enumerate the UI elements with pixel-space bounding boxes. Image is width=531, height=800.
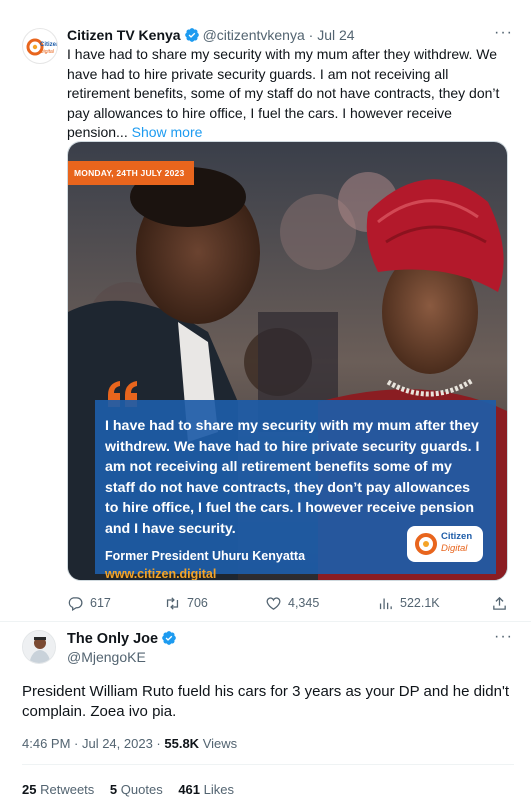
author-name[interactable]: Citizen TV Kenya <box>67 27 181 43</box>
tweet-timestamp[interactable]: 4:46 PM · Jul 24, 2023 · <box>22 736 161 751</box>
website-url: www.citizen.digital <box>105 567 217 581</box>
author-name-text[interactable]: The Only Joe <box>67 631 158 647</box>
likes-stat[interactable]: 461 Likes <box>178 782 234 797</box>
reply-button[interactable]: 617 <box>67 593 111 613</box>
quotes-label: Quotes <box>120 782 163 797</box>
retweets-stat[interactable]: 25 Retweets <box>22 782 94 797</box>
retweets-label: Retweets <box>40 782 95 797</box>
retweet-button[interactable]: 706 <box>164 593 208 613</box>
verified-badge-icon <box>184 27 200 46</box>
reply-count: 617 <box>90 596 111 610</box>
reply-icon <box>68 596 83 611</box>
author-avatar[interactable] <box>22 630 56 664</box>
quoted-tweet-actions: 617 706 4,345 522.1K <box>67 593 513 613</box>
views-button[interactable]: 522.1K <box>377 593 440 613</box>
citizen-digital-logo-icon: Citizen Digital <box>26 38 58 56</box>
tweet-metadata: 4:46 PM · Jul 24, 2023 · 55.8K Views <box>22 736 237 751</box>
share-button[interactable] <box>491 593 508 613</box>
likes-label: Likes <box>203 782 235 797</box>
views-count: 55.8K <box>164 736 200 751</box>
heart-icon <box>266 596 281 610</box>
tweet-media-image[interactable]: MONDAY, 24TH JULY 2023 I have had to sha… <box>67 141 508 581</box>
analytics-icon <box>379 598 392 609</box>
logo-line-1: Citizen <box>441 531 473 542</box>
citizen-digital-badge: Citizen Digital <box>407 526 483 562</box>
like-count: 4,345 <box>288 596 320 610</box>
svg-text:Digital: Digital <box>40 49 55 55</box>
citizen-digital-avatar[interactable]: Citizen Digital <box>22 28 58 64</box>
quoted-tweet-text: I have had to share my security with my … <box>67 45 513 143</box>
more-options-icon[interactable]: ··· <box>494 628 513 646</box>
retweets-count: 25 <box>22 782 37 797</box>
retweet-count: 706 <box>187 596 208 610</box>
verified-badge-icon <box>161 630 177 650</box>
citizen-digital-mark-icon <box>415 533 437 555</box>
date-banner: MONDAY, 24TH JULY 2023 <box>68 161 194 185</box>
view-count: 522.1K <box>400 596 440 610</box>
likes-count: 461 <box>178 782 201 797</box>
separator-dot: · <box>308 27 314 43</box>
show-more-link[interactable]: Show more <box>132 124 203 140</box>
author-handle[interactable]: @citizentvkenya <box>203 27 305 43</box>
tweet-time[interactable]: Jul 24 <box>317 27 354 43</box>
divider <box>22 764 514 765</box>
quotes-count: 5 <box>109 782 118 797</box>
like-button[interactable]: 4,345 <box>265 593 319 613</box>
quoted-tweet[interactable]: Citizen Digital Citizen TV Kenya @citizen… <box>0 0 531 622</box>
quote-box: I have had to share my security with my … <box>95 400 496 580</box>
quote-text: I have had to share my security with my … <box>105 418 480 537</box>
tweet-text: President William Ruto fueld his cars fo… <box>22 683 509 720</box>
logo-line-2: Digital <box>441 543 468 554</box>
share-icon <box>493 596 506 610</box>
more-options-icon[interactable]: ··· <box>494 24 513 42</box>
views-label: Views <box>202 736 238 751</box>
author-handle[interactable]: @MjengoKE <box>67 649 146 665</box>
svg-text:Citizen: Citizen <box>40 42 58 48</box>
engagement-stats: 25 Retweets 5 Quotes 461 Likes <box>22 782 246 797</box>
quotes-stat[interactable]: 5 Quotes <box>110 782 163 797</box>
retweet-icon <box>166 596 179 610</box>
person-avatar-icon <box>23 631 55 663</box>
author-name: The Only Joe <box>67 630 180 650</box>
quoted-tweet-header: Citizen TV Kenya @citizentvkenya · Jul 24 <box>67 27 355 46</box>
